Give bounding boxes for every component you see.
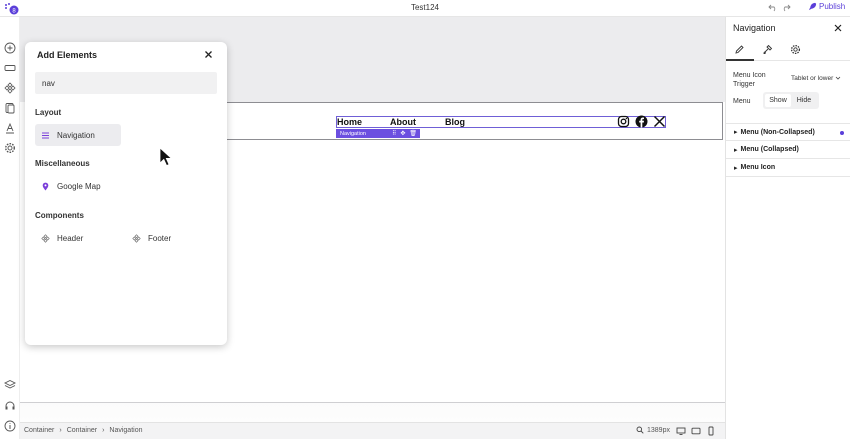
section-heading-misc: Miscellaneous xyxy=(35,159,90,168)
modified-dot xyxy=(840,131,844,135)
breadcrumb: Container › Container › Navigation xyxy=(24,427,142,434)
chevron-right-icon: › xyxy=(59,427,62,434)
caret-right-icon: ▸ xyxy=(734,146,738,154)
publish-button[interactable]: Publish xyxy=(808,2,845,11)
layers-icon[interactable] xyxy=(4,379,16,391)
move-icon[interactable]: ✥ xyxy=(400,130,405,137)
desktop-icon[interactable] xyxy=(676,426,686,436)
typography-icon[interactable] xyxy=(4,122,16,134)
caret-right-icon: ▸ xyxy=(734,164,738,172)
accordion-menu-non-collapsed[interactable]: ▸ Menu (Non-Collapsed) xyxy=(726,123,850,141)
properties-tabs xyxy=(726,41,850,61)
chevron-right-icon: › xyxy=(102,427,105,434)
element-navigation-label: Navigation xyxy=(57,130,95,140)
nav-link-home[interactable]: Home xyxy=(337,117,362,127)
document-title: Test124 xyxy=(410,3,440,12)
selection-tag-label: Navigation xyxy=(340,130,366,137)
menu-label: Menu xyxy=(733,98,751,105)
components-icon[interactable] xyxy=(4,82,16,94)
publish-label: Publish xyxy=(819,2,846,11)
add-elements-title: Add Elements xyxy=(37,50,98,60)
menu-show-button[interactable]: Show xyxy=(765,94,791,107)
accordion-label: Menu Icon xyxy=(740,164,776,171)
close-icon[interactable] xyxy=(204,50,213,59)
breadcrumb-item[interactable]: Container xyxy=(67,427,97,434)
hamburger-icon xyxy=(42,131,49,139)
add-elements-panel: Add Elements Layout Navigation Miscellan… xyxy=(25,42,227,345)
selection-tag[interactable]: Navigation ⠿ ✥ 🗑 xyxy=(336,129,420,138)
section-heading-layout: Layout xyxy=(35,108,62,117)
section-icon[interactable] xyxy=(4,62,16,74)
status-bar: Container › Container › Navigation 1389p… xyxy=(20,422,725,439)
component-header[interactable]: Header xyxy=(35,227,115,249)
element-google-map-label: Google Map xyxy=(57,181,101,191)
component-header-label: Header xyxy=(57,233,84,243)
facebook-icon[interactable] xyxy=(635,115,648,128)
settings-gear-icon[interactable] xyxy=(790,44,801,55)
canvas-width-readout[interactable]: 1389px xyxy=(636,426,670,434)
accordion-menu-collapsed[interactable]: ▸ Menu (Collapsed) xyxy=(726,141,850,159)
undo-icon[interactable] xyxy=(768,2,778,12)
chevron-down-icon xyxy=(835,76,841,80)
accordion-label: Menu (Non-Collapsed) xyxy=(740,128,815,136)
settings-icon[interactable] xyxy=(4,142,16,154)
menu-icon-trigger-label: Menu Icon Trigger xyxy=(733,72,766,88)
top-bar: 8 Test124 Publish xyxy=(0,0,850,17)
element-google-map[interactable]: Google Map xyxy=(35,175,125,197)
instagram-icon[interactable] xyxy=(617,115,630,128)
menu-icon-trigger-value: Tablet or lower xyxy=(791,74,834,82)
section-heading-components: Components xyxy=(35,211,84,220)
rocket-icon xyxy=(808,2,817,11)
properties-title: Navigation xyxy=(733,23,776,33)
element-search-input[interactable] xyxy=(35,72,217,94)
menu-hide-button[interactable]: Hide xyxy=(791,94,817,107)
nav-link-blog[interactable]: Blog xyxy=(445,117,465,127)
menu-icon-trigger-select[interactable]: Tablet or lower xyxy=(789,71,845,85)
properties-panel: Navigation Menu Icon Trigger Tablet or l… xyxy=(725,17,850,439)
left-toolbar xyxy=(0,17,20,439)
redo-icon[interactable] xyxy=(781,2,791,12)
edit-pencil-icon[interactable] xyxy=(734,44,745,55)
drag-handle-icon[interactable]: ⠿ xyxy=(392,130,396,137)
add-icon[interactable] xyxy=(4,42,16,54)
breadcrumb-item[interactable]: Navigation xyxy=(109,427,142,434)
component-icon xyxy=(132,233,141,243)
info-icon[interactable] xyxy=(4,420,16,432)
style-brush-icon[interactable] xyxy=(762,44,773,55)
element-navigation[interactable]: Navigation xyxy=(35,124,121,146)
breadcrumb-item[interactable]: Container xyxy=(24,427,54,434)
map-pin-icon xyxy=(42,182,49,190)
nav-link-about[interactable]: About xyxy=(390,117,416,127)
support-icon[interactable] xyxy=(4,400,16,412)
tablet-icon[interactable] xyxy=(691,426,701,436)
component-footer[interactable]: Footer xyxy=(126,227,206,249)
mouse-cursor-icon xyxy=(159,147,173,167)
mobile-icon[interactable] xyxy=(706,426,716,436)
x-twitter-icon[interactable] xyxy=(653,115,666,128)
zoom-icon xyxy=(636,426,644,434)
accordion-label: Menu (Collapsed) xyxy=(740,146,799,153)
canvas-width-value: 1389px xyxy=(647,426,670,434)
component-footer-label: Footer xyxy=(148,233,172,243)
caret-right-icon: ▸ xyxy=(734,129,738,136)
menu-visibility-toggle: Show Hide xyxy=(763,92,819,109)
pages-icon[interactable] xyxy=(4,102,16,114)
active-tab-indicator xyxy=(726,59,754,61)
close-icon[interactable] xyxy=(834,24,842,32)
accordion-menu-icon[interactable]: ▸ Menu Icon xyxy=(726,159,850,177)
component-icon xyxy=(41,233,50,243)
delete-icon[interactable]: 🗑 xyxy=(409,130,417,137)
